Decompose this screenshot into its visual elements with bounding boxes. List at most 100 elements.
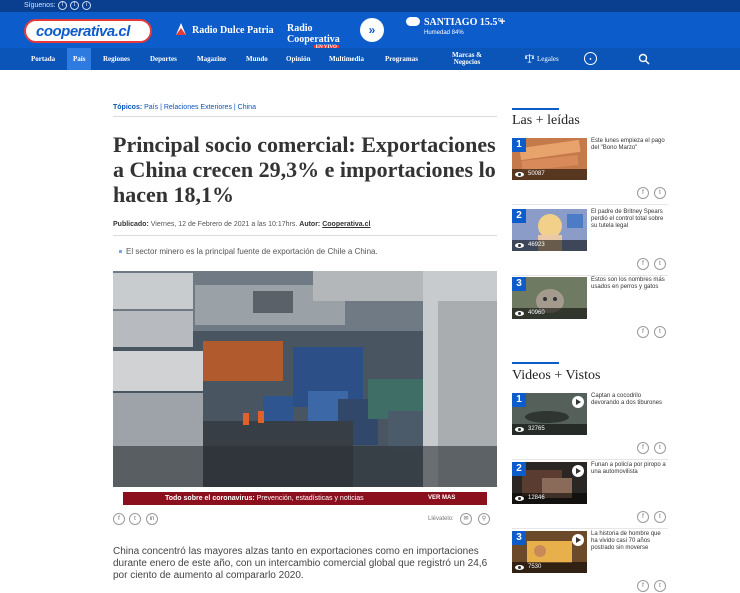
video-thumbnail: 2 12846	[512, 462, 587, 504]
weather-widget[interactable]: SANTIAGO 15.5° Humedad 84%	[406, 17, 501, 36]
rank-badge: 3	[512, 277, 526, 291]
rank-badge: 2	[512, 462, 526, 476]
item-title: La historia de hombre que ha vivido casi…	[591, 531, 661, 551]
facebook-share-icon[interactable]: f	[637, 187, 649, 199]
article-lead: China concentró las mayores alzas tanto …	[113, 546, 488, 581]
nav-magazine[interactable]: Magazine	[197, 48, 226, 70]
divider	[512, 459, 668, 460]
twitter-share-icon[interactable]: t	[654, 187, 666, 199]
nav-mundo[interactable]: Mundo	[246, 48, 268, 70]
email-icon[interactable]: ✉	[460, 513, 472, 525]
twitter-share-icon[interactable]: t	[654, 580, 666, 592]
video-item[interactable]: 1 32765 Captan a cocodrilo devorando a d…	[512, 393, 668, 460]
follow-label: Síguenos:	[24, 2, 56, 9]
view-count-value: 40960	[528, 310, 545, 316]
topic-pais[interactable]: País	[144, 104, 158, 111]
most-read-item[interactable]: 3 40960 Estos son los nombres más usados…	[512, 277, 668, 339]
most-read-item[interactable]: 2 46923 El padre de Britney Spears perdi…	[512, 209, 668, 276]
twitter-share-icon[interactable]: t	[654, 511, 666, 523]
eye-icon	[515, 427, 524, 432]
site-logo[interactable]: cooperativa.cl	[24, 19, 152, 43]
nav-legales[interactable]: Legales	[537, 48, 559, 70]
weather-humidity: Humedad 84%	[424, 30, 464, 36]
nav-multimedia[interactable]: Multimedia	[329, 48, 364, 70]
facebook-share-icon[interactable]: f	[637, 511, 649, 523]
rank-badge: 2	[512, 209, 526, 223]
main-nav: Portada País Regiones Deportes Magazine …	[0, 48, 740, 70]
link-icon[interactable]: ⚲	[478, 513, 490, 525]
topic-china[interactable]: China	[238, 104, 256, 111]
live-play-button[interactable]: »	[360, 18, 384, 42]
summary-text: El sector minero es la principal fuente …	[126, 247, 378, 256]
video-item[interactable]: 2 12846 Funan a policía por piropo a una…	[512, 462, 668, 529]
most-read-item[interactable]: 1 50087 Este lunes empieza el pago del "…	[512, 138, 668, 205]
cloud-icon	[406, 17, 420, 26]
twitter-share-icon[interactable]: t	[654, 442, 666, 454]
section-accent	[512, 108, 559, 110]
radio-dulce-patria-link[interactable]: Radio Dulce Patria	[176, 23, 274, 36]
article-summary: El sector minero es la principal fuente …	[119, 247, 378, 256]
instagram-icon[interactable]: i	[82, 1, 91, 10]
topic-relaciones-exteriores[interactable]: Relaciones Exteriores	[164, 104, 232, 111]
twitter-icon[interactable]: t	[70, 1, 79, 10]
weather-city: SANTIAGO 15.5°	[424, 17, 502, 28]
linkedin-share-icon[interactable]: in	[146, 513, 158, 525]
logo-text: cooperativa.cl	[36, 23, 130, 40]
topics-label: Tópicos:	[113, 104, 143, 111]
view-count: 46923	[512, 240, 587, 251]
item-title: Estos son los nombres más usados en perr…	[591, 277, 665, 290]
account-circle-icon[interactable]: ●	[584, 52, 597, 65]
twitter-share-icon[interactable]: t	[129, 513, 141, 525]
view-count-value: 46923	[528, 242, 545, 248]
item-title: Captan a cocodrilo devorando a dos tibur…	[591, 393, 663, 406]
nav-portada[interactable]: Portada	[31, 48, 55, 70]
nav-brands-line-2: Negocios	[453, 58, 481, 66]
article-byline: Publicado: Viernes, 12 de Febrero de 202…	[113, 221, 370, 228]
nav-programas[interactable]: Programas	[385, 48, 418, 70]
nav-marcas-negocios[interactable]: Marcas & Negocios	[452, 48, 482, 70]
item-thumbnail: 1 50087	[512, 138, 587, 180]
topics-breadcrumb: Tópicos: País | Relaciones Exteriores | …	[113, 104, 256, 111]
item-thumbnail: 2 46923	[512, 209, 587, 251]
read-later-label: Llévatelo:	[428, 516, 454, 522]
rank-badge: 3	[512, 531, 526, 545]
eye-icon	[515, 565, 524, 570]
nav-deportes[interactable]: Deportes	[150, 48, 177, 70]
eye-icon	[515, 496, 524, 501]
item-thumbnail: 3 40960	[512, 277, 587, 319]
videos-title: Videos + Vistos	[512, 368, 601, 383]
nav-regiones[interactable]: Regiones	[103, 48, 130, 70]
promo-more-link[interactable]: VER MAS	[428, 492, 455, 505]
weather-more-button[interactable]: +	[499, 16, 505, 28]
view-count: 12846	[512, 493, 587, 504]
search-icon[interactable]	[638, 53, 650, 65]
author-link[interactable]: Cooperativa.cl	[322, 221, 370, 228]
facebook-share-icon[interactable]: f	[637, 442, 649, 454]
view-count-value: 50087	[528, 171, 545, 177]
divider	[512, 275, 668, 276]
nav-pais[interactable]: País	[67, 48, 92, 70]
facebook-icon[interactable]: f	[58, 1, 67, 10]
article-headline: Principal socio comercial: Exportaciones…	[113, 132, 496, 207]
facebook-share-icon[interactable]: f	[637, 258, 649, 270]
chile-flag-icon	[176, 23, 186, 35]
twitter-share-icon[interactable]: t	[654, 258, 666, 270]
section-accent	[512, 362, 559, 364]
view-count-value: 32765	[528, 426, 545, 432]
scales-icon	[525, 54, 534, 63]
radio-1-label: Radio Dulce Patria	[192, 25, 274, 36]
facebook-share-icon[interactable]: f	[637, 326, 649, 338]
nav-opinion[interactable]: Opinión	[286, 48, 311, 70]
view-count-value: 7530	[528, 564, 542, 570]
article-photo[interactable]	[113, 271, 497, 487]
author-label: Autor:	[299, 221, 321, 228]
promo-bold-text: Todo sobre el coronavirus:	[165, 495, 255, 502]
video-item[interactable]: 3 7530 La historia de hombre que ha vivi…	[512, 531, 668, 593]
twitter-share-icon[interactable]: t	[654, 326, 666, 338]
divider	[512, 204, 668, 205]
facebook-share-icon[interactable]: f	[637, 580, 649, 592]
facebook-share-icon[interactable]: f	[113, 513, 125, 525]
rank-badge: 1	[512, 138, 526, 152]
coronavirus-banner[interactable]: Todo sobre el coronavirus: Prevención, e…	[123, 492, 487, 505]
radio-cooperativa-link[interactable]: Radio CooperativaEN VIVO	[287, 23, 367, 50]
